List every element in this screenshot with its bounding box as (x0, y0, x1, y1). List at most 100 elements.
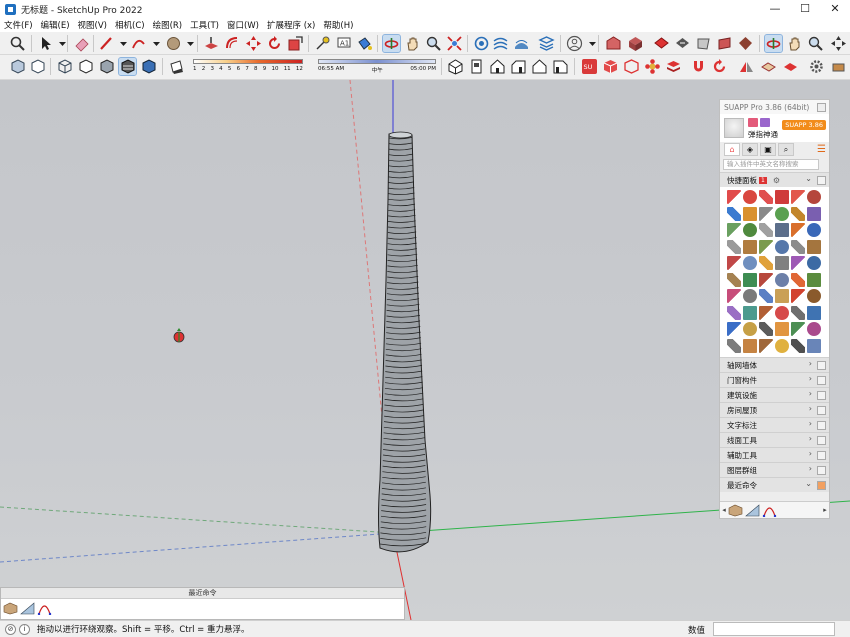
solid-tools-icon[interactable] (716, 35, 733, 52)
shadow-time-slider[interactable]: 06:55 AM 中午 05:00 PM (318, 59, 436, 75)
view-top-icon[interactable] (468, 58, 485, 75)
quick-panel-header[interactable]: 快捷面板 1 ⚙ ⌄ (720, 172, 829, 187)
menu-view[interactable]: 视图(V) (78, 19, 107, 31)
style-hidden-line-icon[interactable] (77, 58, 94, 75)
popout-icon[interactable] (817, 176, 826, 185)
view-iso-icon[interactable] (447, 58, 464, 75)
avatar[interactable] (724, 118, 744, 138)
plugin-tool-icon[interactable] (775, 338, 789, 353)
category-text-annotation[interactable]: 文字标注 › (720, 417, 829, 432)
plugin-tool-icon[interactable] (759, 272, 773, 287)
photo-texture-icon[interactable] (695, 35, 712, 52)
user-account-icon[interactable] (566, 35, 583, 52)
plugin-tool-icon[interactable] (775, 256, 789, 270)
plugin-tool-icon[interactable] (775, 289, 789, 303)
plugin-tool-icon[interactable] (759, 305, 773, 320)
plugin-tool-icon[interactable] (743, 239, 757, 254)
plugin-tool-icon[interactable] (759, 206, 773, 221)
plugin-tool-icon[interactable] (807, 305, 821, 320)
menu-tools[interactable]: 工具(T) (190, 19, 219, 31)
shadow-month-slider[interactable]: 1 2 3 4 5 6 7 8 9 10 11 12 (193, 59, 303, 75)
zoom-icon[interactable] (425, 35, 442, 52)
plugin-tool-icon[interactable] (807, 206, 821, 221)
category-rooms-roofs[interactable]: 房间屋顶 › (720, 402, 829, 417)
rotate-red-icon[interactable] (711, 58, 728, 75)
section-plane-icon[interactable] (737, 35, 754, 52)
plugin-tool-icon[interactable] (807, 289, 821, 303)
rotate-icon[interactable] (266, 35, 283, 52)
style-shaded-texture-icon[interactable] (118, 57, 137, 76)
fix-tool-icon[interactable] (830, 58, 847, 75)
suapp-close-button[interactable] (817, 102, 826, 112)
category-recent-commands[interactable]: 最近命令 ⌄ (720, 477, 829, 492)
bezier-curve-icon[interactable] (37, 601, 52, 615)
category-doors-windows[interactable]: 门窗构件 › (720, 372, 829, 387)
plugin-tool-icon[interactable] (743, 322, 757, 336)
popout-icon[interactable] (817, 466, 826, 475)
style-backedges-icon[interactable] (29, 58, 46, 75)
shape-circle-icon[interactable] (165, 35, 182, 52)
plugin-tool-icon[interactable] (791, 272, 805, 287)
plugin-tool-icon[interactable] (743, 223, 757, 237)
styles-red-icon[interactable] (653, 35, 670, 52)
category-building-facilities[interactable]: 建筑设施 › (720, 387, 829, 402)
bezier-curve-icon[interactable] (762, 503, 777, 517)
warehouse-icon[interactable] (605, 35, 622, 52)
plugin-tool-icon[interactable] (791, 289, 805, 303)
plugin-tool-icon[interactable] (791, 305, 805, 320)
tower-model[interactable] (378, 131, 432, 553)
plugin-tool-icon[interactable] (807, 272, 821, 287)
plugin-tool-icon[interactable] (775, 305, 789, 320)
tape-measure-icon[interactable] (314, 35, 331, 52)
chevron-down-icon[interactable]: ⌄ (805, 174, 812, 183)
extension-warehouse-icon[interactable] (627, 35, 644, 52)
plugin-tool-icon[interactable] (759, 223, 773, 237)
menu-draw[interactable]: 绘图(R) (153, 19, 183, 31)
component-cube-red-icon[interactable] (602, 58, 619, 75)
array-copy-icon[interactable] (760, 58, 777, 75)
shadow-month-track[interactable] (193, 59, 303, 64)
plugin-tool-icon[interactable] (759, 322, 773, 336)
minimize-button[interactable]: — (760, 0, 790, 18)
plugin-tool-icon[interactable] (775, 223, 789, 237)
measurements-input[interactable] (713, 622, 835, 636)
zoom-magnifier-icon[interactable] (9, 35, 26, 52)
layout-send-icon[interactable] (674, 35, 691, 52)
eraser-icon[interactable] (73, 35, 90, 52)
orbit-secondary-icon[interactable] (764, 34, 783, 53)
plugin-tool-icon[interactable] (727, 239, 741, 254)
menu-help[interactable]: 帮助(H) (323, 19, 353, 31)
info-status-icon[interactable]: i (19, 623, 30, 635)
style-xray-icon[interactable] (9, 58, 26, 75)
tab-search[interactable]: ⌕ (778, 143, 794, 156)
plugin-tool-icon[interactable] (807, 223, 821, 237)
plugin-tool-icon[interactable] (791, 190, 805, 204)
plugin-tool-icon[interactable] (807, 338, 821, 353)
menu-window[interactable]: 窗口(W) (227, 19, 259, 31)
plugin-tool-icon[interactable] (743, 338, 757, 353)
plugin-tool-icon[interactable] (759, 338, 773, 353)
popout-icon[interactable] (817, 391, 826, 400)
push-pull-icon[interactable] (203, 35, 220, 52)
flower-tool-icon[interactable] (644, 58, 661, 75)
arc-icon[interactable] (130, 35, 147, 52)
menu-camera[interactable]: 相机(C) (115, 19, 145, 31)
plugin-tool-icon[interactable] (743, 256, 757, 270)
category-layers-groups[interactable]: 图层群组 › (720, 462, 829, 477)
suapp-version-badge[interactable]: SUAPP 3.86 (782, 120, 826, 130)
close-button[interactable]: ✕ (820, 0, 850, 18)
view-back-icon[interactable] (531, 58, 548, 75)
menu-lines-icon[interactable]: ☰ (817, 144, 826, 155)
shadow-time-track[interactable] (318, 59, 436, 64)
menu-extensions[interactable]: 扩展程序 (x) (267, 19, 315, 31)
tab-home[interactable]: ⌂ (724, 143, 740, 156)
shape-dropdown-icon[interactable] (182, 35, 194, 52)
settings-gear-icon[interactable] (808, 58, 825, 75)
pencil-line-icon[interactable] (98, 35, 115, 52)
suapp-logo-icon[interactable]: SU (581, 58, 598, 75)
plugin-tool-icon[interactable] (807, 322, 821, 336)
stack-red-icon[interactable] (665, 58, 682, 75)
plugin-tool-icon[interactable] (743, 190, 757, 204)
plugin-tool-icon[interactable] (807, 256, 821, 270)
menu-edit[interactable]: 编辑(E) (41, 19, 70, 31)
